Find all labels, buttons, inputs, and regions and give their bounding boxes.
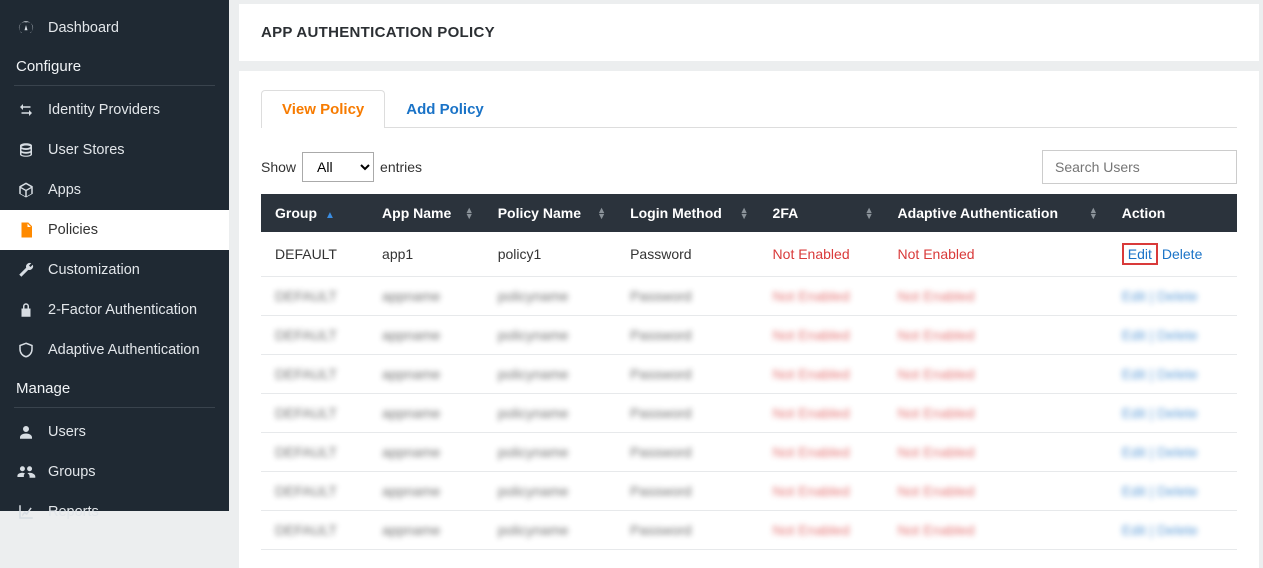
sidebar-item-label: User Stores: [48, 142, 125, 158]
shield-icon: [16, 340, 36, 360]
table-row: DEFAULTapp1policy1PasswordNot EnabledNot…: [261, 232, 1237, 277]
cell-two_fa: Not Enabled: [759, 232, 884, 277]
sidebar-item-label: Apps: [48, 182, 81, 198]
table-toolbar: Show All entries: [261, 150, 1237, 184]
tab-add-policy[interactable]: Add Policy: [385, 90, 505, 128]
table-row-blurred: DEFAULTappnamepolicynamePasswordNot Enab…: [261, 511, 1237, 550]
sidebar-item-label: Identity Providers: [48, 102, 160, 118]
sidebar-item-label: 2-Factor Authentication: [48, 302, 197, 318]
table-row-blurred: DEFAULTappnamepolicynamePasswordNot Enab…: [261, 277, 1237, 316]
sidebar-item-label: Dashboard: [48, 20, 119, 36]
search-input[interactable]: [1042, 150, 1237, 184]
sidebar-item-users[interactable]: Users: [0, 412, 229, 452]
sidebar-item-2-factor-authentication[interactable]: 2-Factor Authentication: [0, 290, 229, 330]
arrows-icon: [16, 100, 36, 120]
table-row-blurred: DEFAULTappnamepolicynamePasswordNot Enab…: [261, 433, 1237, 472]
chart-icon: [16, 502, 36, 522]
sidebar-item-label: Reports: [48, 504, 99, 520]
cell-action: EditDelete: [1108, 232, 1237, 277]
column-two_fa[interactable]: 2FA▲▼: [759, 194, 884, 232]
cell-group: DEFAULT: [261, 232, 368, 277]
sort-arrows-icon: ▲▼: [597, 207, 606, 219]
lock-icon: [16, 300, 36, 320]
document-icon: [16, 220, 36, 240]
table-row-blurred: DEFAULTappnamepolicynamePasswordNot Enab…: [261, 472, 1237, 511]
sidebar-item-label: Groups: [48, 464, 96, 480]
edit-link[interactable]: Edit: [1122, 243, 1158, 265]
main-content: APP AUTHENTICATION POLICY View PolicyAdd…: [229, 0, 1263, 511]
table-row-blurred: DEFAULTappnamepolicynamePasswordNot Enab…: [261, 355, 1237, 394]
sidebar-item-adaptive-authentication[interactable]: Adaptive Authentication: [0, 330, 229, 370]
sort-arrows-icon: ▲▼: [465, 207, 474, 219]
tab-view-policy[interactable]: View Policy: [261, 90, 385, 128]
user-icon: [16, 422, 36, 442]
sort-arrows-icon: ▲▼: [865, 207, 874, 219]
sidebar-item-apps[interactable]: Apps: [0, 170, 229, 210]
sidebar-item-label: Customization: [48, 262, 140, 278]
show-label: Show: [261, 159, 296, 175]
users-icon: [16, 462, 36, 482]
sidebar-item-customization[interactable]: Customization: [0, 250, 229, 290]
tabs: View PolicyAdd Policy: [261, 89, 1237, 128]
content-block: View PolicyAdd Policy Show All entries G…: [239, 71, 1259, 568]
cell-login_method: Password: [616, 232, 758, 277]
column-adaptive_auth[interactable]: Adaptive Authentication▲▼: [884, 194, 1108, 232]
box-icon: [16, 180, 36, 200]
page-title: APP AUTHENTICATION POLICY: [261, 24, 1237, 41]
sort-arrows-icon: ▲▼: [1089, 207, 1098, 219]
sidebar-item-label: Users: [48, 424, 86, 440]
sidebar-item-policies[interactable]: Policies: [0, 210, 229, 250]
column-group[interactable]: Group▲: [261, 194, 368, 232]
cell-policy_name: policy1: [484, 232, 616, 277]
column-app_name[interactable]: App Name▲▼: [368, 194, 484, 232]
sidebar-item-groups[interactable]: Groups: [0, 452, 229, 492]
column-policy_name[interactable]: Policy Name▲▼: [484, 194, 616, 232]
entries-label: entries: [380, 159, 422, 175]
sort-asc-icon: ▲: [325, 210, 335, 221]
database-icon: [16, 140, 36, 160]
sort-arrows-icon: ▲▼: [740, 207, 749, 219]
sidebar-item-user-stores[interactable]: User Stores: [0, 130, 229, 170]
column-login_method[interactable]: Login Method▲▼: [616, 194, 758, 232]
wrench-icon: [16, 260, 36, 280]
policies-table: Group▲App Name▲▼Policy Name▲▼Login Metho…: [261, 194, 1237, 550]
column-action[interactable]: Action: [1108, 194, 1237, 232]
page-header-block: APP AUTHENTICATION POLICY: [239, 4, 1259, 61]
sidebar-item-label: Policies: [48, 222, 98, 238]
sidebar-section-header: Configure: [0, 48, 229, 83]
entries-select[interactable]: All: [302, 152, 374, 182]
dashboard-icon: [16, 18, 36, 38]
sidebar-section-header: Manage: [0, 370, 229, 405]
cell-app_name: app1: [368, 232, 484, 277]
cell-adaptive_auth: Not Enabled: [884, 232, 1108, 277]
delete-link[interactable]: Delete: [1162, 246, 1202, 262]
sidebar-item-dashboard[interactable]: Dashboard: [0, 8, 229, 48]
sidebar-item-identity-providers[interactable]: Identity Providers: [0, 90, 229, 130]
table-row-blurred: DEFAULTappnamepolicynamePasswordNot Enab…: [261, 394, 1237, 433]
table-row-blurred: DEFAULTappnamepolicynamePasswordNot Enab…: [261, 316, 1237, 355]
sidebar-item-reports[interactable]: Reports: [0, 492, 229, 532]
sidebar-item-label: Adaptive Authentication: [48, 342, 200, 358]
sidebar: Dashboard Configure Identity Providers User…: [0, 0, 229, 511]
